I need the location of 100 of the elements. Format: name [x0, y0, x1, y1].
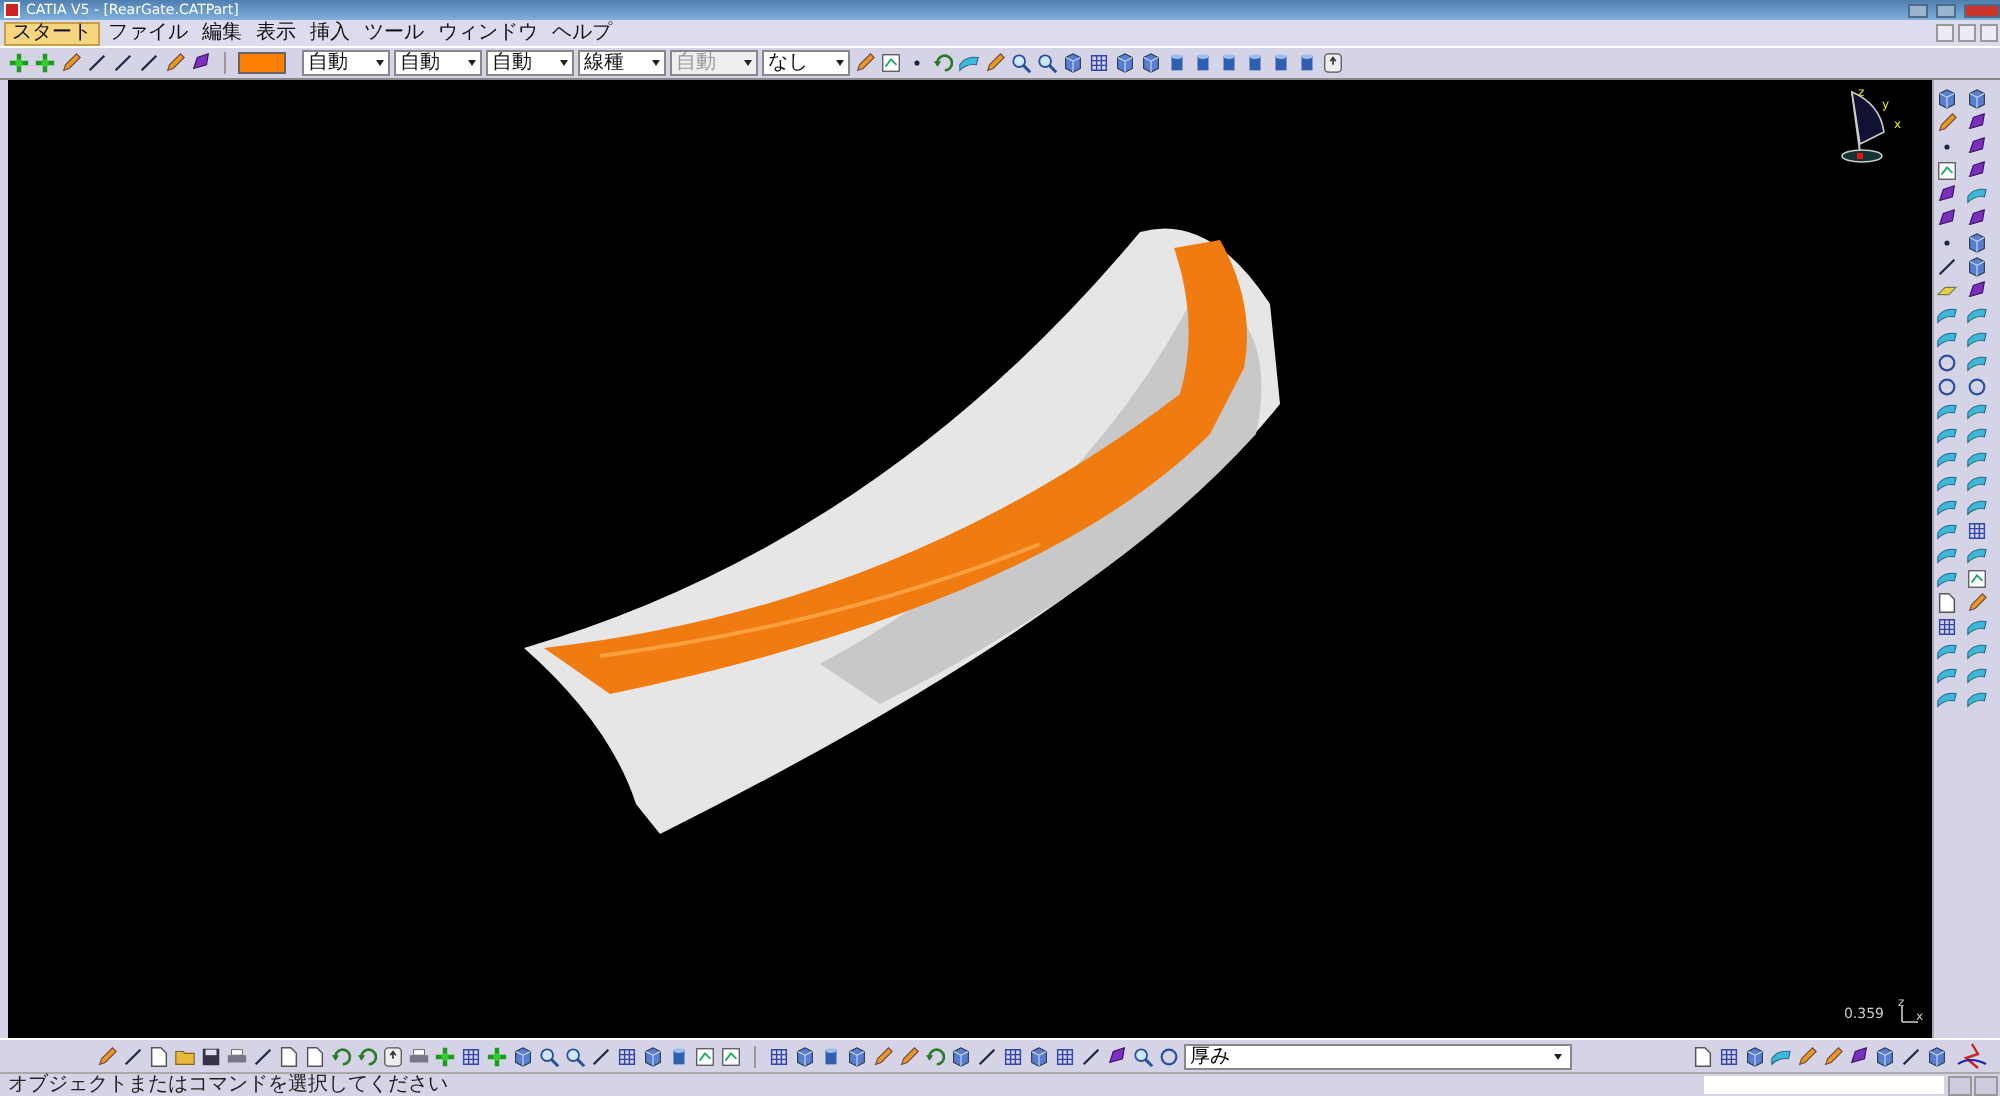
- grid-icon[interactable]: [1936, 616, 1958, 638]
- surface-icon[interactable]: [1936, 448, 1958, 470]
- cylinder-icon[interactable]: [1296, 52, 1318, 74]
- menu-item[interactable]: 編集: [196, 21, 248, 45]
- line-icon[interactable]: [138, 52, 160, 74]
- menu-item[interactable]: 表示: [250, 21, 302, 45]
- cube-icon[interactable]: [846, 1045, 868, 1067]
- pencil-icon[interactable]: [872, 1045, 894, 1067]
- surface-icon[interactable]: [1966, 328, 1988, 350]
- pencil-icon[interactable]: [60, 52, 82, 74]
- solid-icon[interactable]: [1106, 1045, 1128, 1067]
- menu-item[interactable]: 挿入: [304, 21, 356, 45]
- move-icon[interactable]: [434, 1045, 456, 1067]
- surface-icon[interactable]: [1936, 424, 1958, 446]
- render-style-dropdown[interactable]: 厚み: [1184, 1043, 1572, 1069]
- grid-icon[interactable]: [1966, 520, 1988, 542]
- surface-icon[interactable]: [1770, 1045, 1792, 1067]
- solid-icon[interactable]: [1966, 112, 1988, 134]
- undo-icon[interactable]: [924, 1045, 946, 1067]
- printer-icon[interactable]: [408, 1045, 430, 1067]
- cube-icon[interactable]: [1114, 52, 1136, 74]
- cube-icon[interactable]: [1936, 88, 1958, 110]
- grid-icon[interactable]: [1718, 1045, 1740, 1067]
- cylinder-icon[interactable]: [1270, 52, 1292, 74]
- cube-icon[interactable]: [1140, 52, 1162, 74]
- cube-icon[interactable]: [1966, 88, 1988, 110]
- printer-icon[interactable]: [226, 1045, 248, 1067]
- surface-icon[interactable]: [1966, 472, 1988, 494]
- cube-icon[interactable]: [512, 1045, 534, 1067]
- menu-item[interactable]: スタート: [4, 21, 100, 45]
- surface-icon[interactable]: [1966, 448, 1988, 470]
- solid-icon[interactable]: [190, 52, 212, 74]
- zoom-in-icon[interactable]: [564, 1045, 586, 1067]
- surface-icon[interactable]: [1936, 544, 1958, 566]
- surface-icon[interactable]: [1966, 496, 1988, 518]
- solid-icon[interactable]: [1966, 136, 1988, 158]
- save-icon[interactable]: [200, 1045, 222, 1067]
- zoom-in-icon[interactable]: [1036, 52, 1058, 74]
- zoom-in-icon[interactable]: [1010, 52, 1032, 74]
- surface-icon[interactable]: [958, 52, 980, 74]
- circle-icon[interactable]: [1936, 376, 1958, 398]
- surface-icon[interactable]: [1936, 472, 1958, 494]
- pencil-icon[interactable]: [1796, 1045, 1818, 1067]
- pencil-icon[interactable]: [164, 52, 186, 74]
- surface-icon[interactable]: [1966, 400, 1988, 422]
- surface-icon[interactable]: [1936, 688, 1958, 710]
- surface-icon[interactable]: [1936, 568, 1958, 590]
- pencil-icon[interactable]: [1936, 112, 1958, 134]
- line-icon[interactable]: [112, 52, 134, 74]
- surface-icon[interactable]: [1966, 184, 1988, 206]
- surface-icon[interactable]: [1936, 664, 1958, 686]
- surface-icon[interactable]: [1966, 304, 1988, 326]
- surface-icon[interactable]: [1966, 664, 1988, 686]
- pencil-icon[interactable]: [854, 52, 876, 74]
- document-icon[interactable]: [304, 1045, 326, 1067]
- line-icon[interactable]: [86, 52, 108, 74]
- cube-icon[interactable]: [1028, 1045, 1050, 1067]
- line-icon[interactable]: [252, 1045, 274, 1067]
- property-dropdown[interactable]: 自動: [394, 50, 482, 76]
- solid-icon[interactable]: [1848, 1045, 1870, 1067]
- line-icon[interactable]: [1936, 256, 1958, 278]
- property-dropdown[interactable]: 線種: [578, 50, 666, 76]
- sketch-icon[interactable]: [880, 52, 902, 74]
- property-dropdown[interactable]: 自動: [302, 50, 390, 76]
- folder-icon[interactable]: [174, 1045, 196, 1067]
- surface-icon[interactable]: [1966, 352, 1988, 374]
- sketch-icon[interactable]: [1966, 568, 1988, 590]
- solid-icon[interactable]: [1966, 208, 1988, 230]
- pencil-icon[interactable]: [1966, 592, 1988, 614]
- line-icon[interactable]: [976, 1045, 998, 1067]
- surface-icon[interactable]: [1966, 640, 1988, 662]
- surface-icon[interactable]: [1936, 400, 1958, 422]
- cylinder-icon[interactable]: [1192, 52, 1214, 74]
- grid-icon[interactable]: [768, 1045, 790, 1067]
- document-icon[interactable]: [1692, 1045, 1714, 1067]
- cube-icon[interactable]: [1062, 52, 1084, 74]
- color-picker[interactable]: [238, 52, 286, 74]
- surface-icon[interactable]: [1966, 688, 1988, 710]
- menu-item[interactable]: ファイル: [102, 21, 194, 45]
- cylinder-icon[interactable]: [1244, 52, 1266, 74]
- grid-icon[interactable]: [1054, 1045, 1076, 1067]
- surface-icon[interactable]: [1936, 328, 1958, 350]
- solid-icon[interactable]: [1936, 184, 1958, 206]
- solid-icon[interactable]: [1936, 208, 1958, 230]
- cube-icon[interactable]: [1744, 1045, 1766, 1067]
- grid-icon[interactable]: [460, 1045, 482, 1067]
- grid-icon[interactable]: [1088, 52, 1110, 74]
- cube-icon[interactable]: [950, 1045, 972, 1067]
- document-icon[interactable]: [278, 1045, 300, 1067]
- property-dropdown[interactable]: なし: [762, 50, 850, 76]
- document-icon[interactable]: [1936, 592, 1958, 614]
- undo-icon[interactable]: [330, 1045, 352, 1067]
- sketch-icon[interactable]: [720, 1045, 742, 1067]
- cube-icon[interactable]: [1966, 232, 1988, 254]
- solid-icon[interactable]: [1966, 160, 1988, 182]
- cube-icon[interactable]: [1874, 1045, 1896, 1067]
- surface-icon[interactable]: [1966, 424, 1988, 446]
- solid-icon[interactable]: [1966, 280, 1988, 302]
- sketch-icon[interactable]: [1936, 160, 1958, 182]
- line-icon[interactable]: [1900, 1045, 1922, 1067]
